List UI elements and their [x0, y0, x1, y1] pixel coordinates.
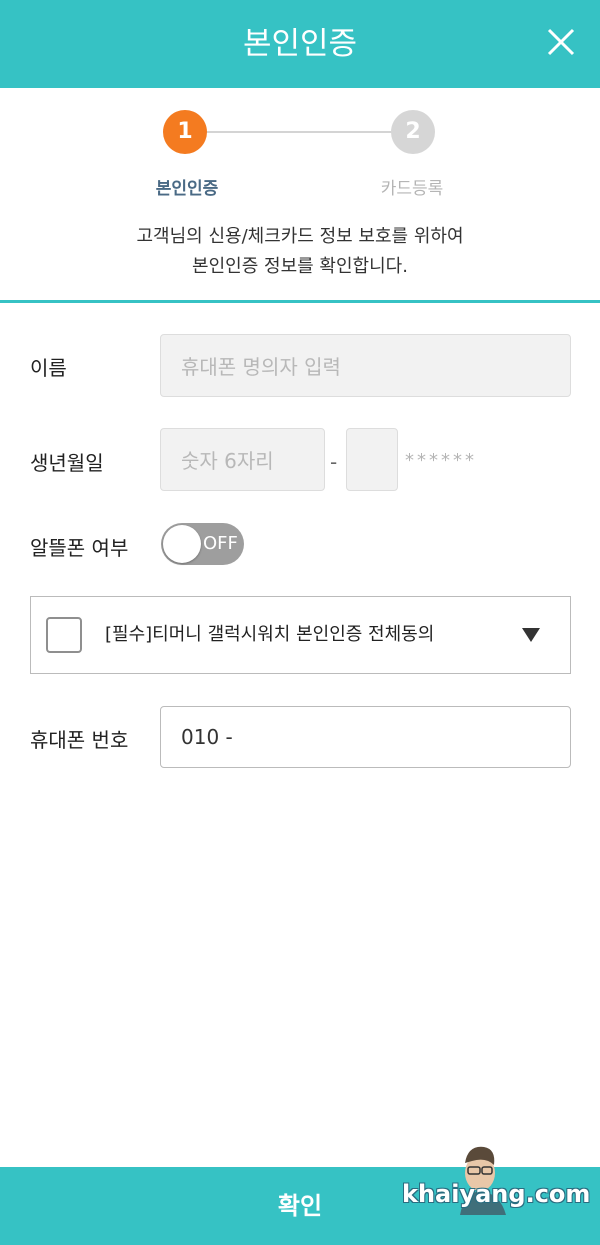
step-indicator: 1 2 본인인증 카드등록 고객님의 신용/체크카드 정보 보호를 위하여 본인… — [0, 88, 600, 302]
agreement-label: [필수]티머니 갤럭시워치 본인인증 전체동의 — [105, 624, 435, 645]
birth-label: 생년월일 — [30, 451, 104, 475]
mvno-toggle[interactable]: OFF — [161, 523, 244, 565]
gender-digit-input[interactable] — [346, 428, 398, 491]
description-line-1: 고객님의 신용/체크카드 정보 보호를 위하여 — [136, 226, 464, 247]
name-label: 이름 — [30, 356, 67, 380]
watermark-text: khaiyang.com — [402, 1180, 591, 1208]
step-1-circle: 1 — [163, 110, 207, 154]
agreement-checkbox[interactable] — [46, 617, 82, 653]
step-2-label: 카드등록 — [380, 179, 444, 199]
step-2-circle: 2 — [391, 110, 435, 154]
triangle-down-icon[interactable] — [522, 628, 540, 642]
agreement-row[interactable]: [필수]티머니 갤럭시워치 본인인증 전체동의 — [30, 596, 571, 674]
header-bar: 본인인증 — [0, 0, 600, 88]
phone-input[interactable]: 010 - — [160, 706, 571, 768]
step-connector — [207, 131, 393, 133]
page-title: 본인인증 — [242, 26, 358, 62]
birth-date-input[interactable]: 숫자 6자리 — [160, 428, 325, 491]
mvno-label: 알뜰폰 여부 — [30, 536, 129, 560]
birth-separator: - — [330, 450, 338, 474]
toggle-knob — [163, 525, 201, 563]
step-description: 고객님의 신용/체크카드 정보 보호를 위하여 본인인증 정보를 확인합니다. — [0, 222, 600, 282]
toggle-state-text: OFF — [203, 533, 238, 554]
section-divider — [0, 300, 600, 303]
step-1-label: 본인인증 — [155, 179, 219, 199]
close-icon[interactable] — [546, 27, 576, 57]
description-line-2: 본인인증 정보를 확인합니다. — [192, 256, 408, 277]
masked-digits: ****** — [405, 450, 477, 471]
name-input[interactable]: 휴대폰 명의자 입력 — [160, 334, 571, 397]
phone-label: 휴대폰 번호 — [30, 728, 129, 752]
